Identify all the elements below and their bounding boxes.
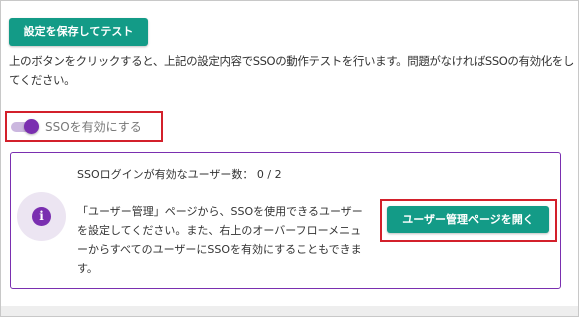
save-and-test-button[interactable]: 設定を保存してテスト xyxy=(9,18,148,46)
info-message: 「ユーザー管理」ページから、SSOを使用できるユーザーを設定してください。また、… xyxy=(77,205,363,275)
open-user-management-button[interactable]: ユーザー管理ページを開く xyxy=(387,206,549,233)
sso-user-count-label: SSOログインが有効なユーザー数： xyxy=(77,168,254,181)
info-icon: i xyxy=(32,207,51,226)
sso-toggle-switch[interactable] xyxy=(24,119,39,134)
test-description: 上のボタンをクリックすると、上記の設定内容でSSOの動作テストを行います。問題が… xyxy=(9,54,574,87)
sso-user-count: SSOログインが有効なユーザー数： 0 / 2 xyxy=(77,168,282,182)
sso-toggle-label[interactable]: SSOを有効にする xyxy=(45,119,142,135)
bottom-band xyxy=(1,306,578,316)
sso-user-count-value: 0 / 2 xyxy=(256,168,282,181)
